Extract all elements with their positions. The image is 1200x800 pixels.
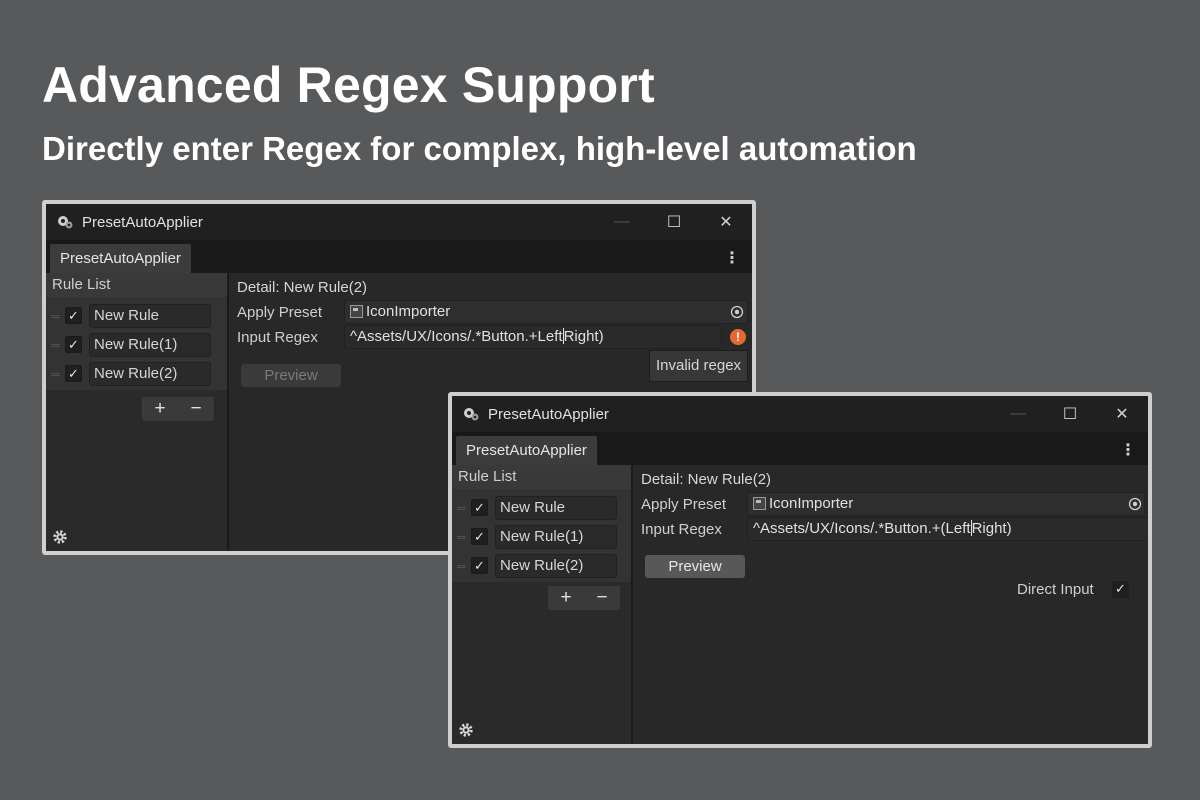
rule-name-field[interactable]: New Rule(2)	[89, 361, 211, 386]
rule-name-field[interactable]: New Rule(1)	[495, 524, 617, 549]
drag-handle-icon[interactable]: ═	[51, 309, 65, 323]
rule-enabled-checkbox[interactable]: ✓	[471, 528, 488, 545]
rule-name-field[interactable]: New Rule	[495, 495, 617, 520]
subheadline: Directly enter Regex for complex, high-l…	[42, 130, 917, 167]
maximize-button[interactable]: ☐	[1044, 396, 1096, 432]
rule-name-field[interactable]: New Rule(1)	[89, 332, 211, 357]
list-item[interactable]: ═ ✓ New Rule(2)	[46, 359, 227, 388]
object-picker-icon[interactable]	[726, 301, 748, 323]
add-rule-button[interactable]: +	[154, 398, 165, 420]
rule-enabled-checkbox[interactable]: ✓	[65, 365, 82, 382]
unity-app-icon	[462, 405, 480, 423]
unity-app-icon	[56, 213, 74, 231]
add-remove-group: + −	[548, 586, 620, 610]
apply-preset-label: Apply Preset	[237, 304, 323, 321]
direct-input-checkbox[interactable]: ✓	[1112, 581, 1129, 598]
list-item[interactable]: ═ ✓ New Rule(1)	[452, 522, 631, 551]
regex-text-before-caret: ^Assets/UX/Icons/.*Button.+(Left	[753, 520, 971, 537]
window-title: PresetAutoApplier	[82, 213, 203, 231]
list-item[interactable]: ═ ✓ New Rule(2)	[452, 551, 631, 580]
regex-text-after-caret: Right)	[563, 328, 604, 345]
rule-list-pane: Rule List ═ ✓ New Rule ═ ✓ New Rule(1) ═…	[46, 273, 229, 551]
regex-text-after-caret: Right)	[971, 520, 1012, 537]
more-options-icon[interactable]: ⋮	[724, 248, 740, 268]
drag-handle-icon[interactable]: ═	[457, 501, 471, 515]
input-regex-field[interactable]: ^Assets/UX/Icons/.*Button.+(LeftRight)	[747, 517, 1148, 541]
window-title: PresetAutoApplier	[488, 405, 609, 423]
object-picker-icon[interactable]	[1124, 493, 1146, 515]
maximize-button[interactable]: ☐	[648, 204, 700, 240]
rule-enabled-checkbox[interactable]: ✓	[471, 499, 488, 516]
tab-bar: PresetAutoApplier ⋮	[452, 432, 1148, 465]
remove-rule-button[interactable]: −	[596, 587, 607, 609]
window-direct-input: PresetAutoApplier — ☐ ✕ PresetAutoApplie…	[448, 392, 1152, 748]
rule-name-field[interactable]: New Rule	[89, 303, 211, 328]
input-regex-field[interactable]: ^Assets/UX/Icons/.*Button.+LeftRight)	[344, 325, 722, 349]
headline: Advanced Regex Support	[42, 57, 655, 113]
preset-asset-icon	[350, 305, 363, 318]
add-remove-group: + −	[142, 397, 214, 421]
drag-handle-icon[interactable]: ═	[51, 367, 65, 381]
rule-enabled-checkbox[interactable]: ✓	[65, 307, 82, 324]
gear-icon[interactable]	[458, 722, 474, 738]
window-content: Rule List ═ ✓ New Rule ═ ✓ New Rule(1) ═…	[452, 465, 1148, 744]
remove-rule-button[interactable]: −	[190, 398, 201, 420]
direct-input-label: Direct Input	[1017, 581, 1094, 598]
rule-enabled-checkbox[interactable]: ✓	[65, 336, 82, 353]
apply-preset-field[interactable]: IconImporter	[747, 492, 1145, 516]
list-item[interactable]: ═ ✓ New Rule	[452, 493, 631, 522]
rule-name-field[interactable]: New Rule(2)	[495, 553, 617, 578]
input-regex-label: Input Regex	[237, 329, 318, 346]
minimize-button[interactable]: —	[992, 396, 1044, 432]
rule-list: ═ ✓ New Rule ═ ✓ New Rule(1) ═ ✓ New Rul…	[46, 297, 227, 390]
detail-title: Detail: New Rule(2)	[641, 471, 772, 488]
preview-button[interactable]: Preview	[241, 364, 341, 387]
preset-asset-icon	[753, 497, 766, 510]
detail-title: Detail: New Rule(2)	[237, 279, 368, 296]
drag-handle-icon[interactable]: ═	[457, 530, 471, 544]
list-item[interactable]: ═ ✓ New Rule(1)	[46, 330, 227, 359]
tab-presetautoapplier[interactable]: PresetAutoApplier	[456, 436, 597, 465]
apply-preset-field[interactable]: IconImporter	[344, 300, 748, 324]
title-bar[interactable]: PresetAutoApplier — ☐ ✕	[46, 204, 752, 240]
minimize-button[interactable]: —	[596, 204, 648, 240]
apply-preset-label: Apply Preset	[641, 496, 727, 513]
rule-list-header: Rule List	[46, 273, 227, 297]
rule-list-pane: Rule List ═ ✓ New Rule ═ ✓ New Rule(1) ═…	[452, 465, 633, 744]
add-rule-button[interactable]: +	[560, 587, 571, 609]
more-options-icon[interactable]: ⋮	[1120, 440, 1136, 460]
rule-list-header: Rule List	[452, 465, 631, 489]
tab-bar: PresetAutoApplier ⋮	[46, 240, 752, 273]
apply-preset-value: IconImporter	[366, 303, 451, 320]
apply-preset-value: IconImporter	[769, 495, 854, 512]
preview-button[interactable]: Preview	[645, 555, 745, 578]
gear-icon[interactable]	[52, 529, 68, 545]
warning-icon: !	[730, 329, 746, 345]
drag-handle-icon[interactable]: ═	[457, 559, 471, 573]
close-button[interactable]: ✕	[1096, 396, 1148, 432]
regex-text-before-caret: ^Assets/UX/Icons/.*Button.+Left	[350, 328, 563, 345]
close-button[interactable]: ✕	[700, 204, 752, 240]
rule-list: ═ ✓ New Rule ═ ✓ New Rule(1) ═ ✓ New Rul…	[452, 489, 631, 582]
detail-pane: Detail: New Rule(2) Apply Preset IconImp…	[635, 465, 1148, 744]
title-bar[interactable]: PresetAutoApplier — ☐ ✕	[452, 396, 1148, 432]
drag-handle-icon[interactable]: ═	[51, 338, 65, 352]
rule-enabled-checkbox[interactable]: ✓	[471, 557, 488, 574]
list-item[interactable]: ═ ✓ New Rule	[46, 301, 227, 330]
tab-presetautoapplier[interactable]: PresetAutoApplier	[50, 244, 191, 273]
input-regex-label: Input Regex	[641, 521, 722, 538]
invalid-regex-tooltip: Invalid regex	[649, 350, 749, 382]
